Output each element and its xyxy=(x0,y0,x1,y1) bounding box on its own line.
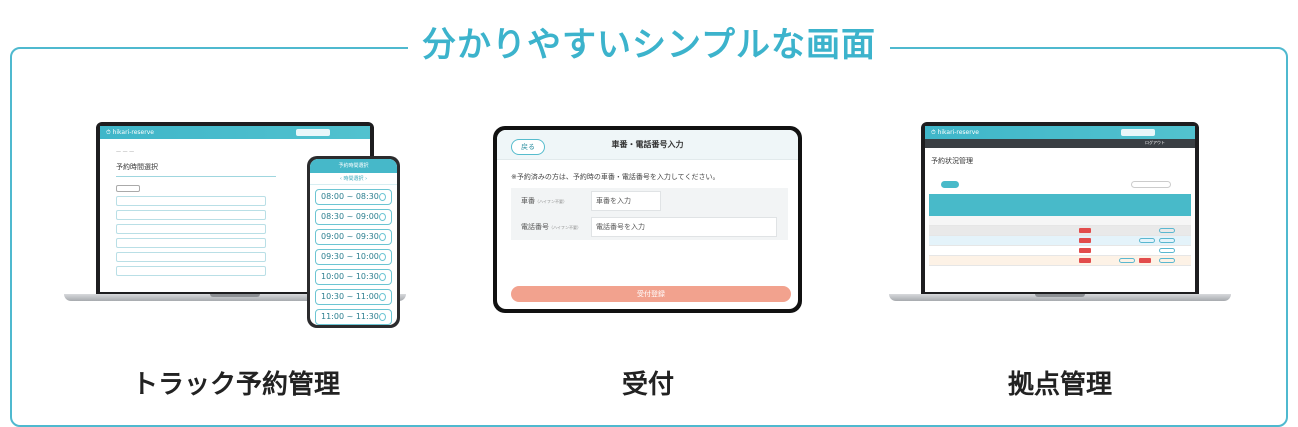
site-page-title: 予約状況管理 xyxy=(931,157,973,165)
slot-list xyxy=(116,196,266,276)
table-row[interactable] xyxy=(929,236,1191,246)
table-row[interactable] xyxy=(929,246,1191,256)
slot-select-icon xyxy=(379,253,386,261)
reception-screen: 戻る 車番・電話番号入力 ※予約済みの方は、予約時の車番・電話番号を入力してくだ… xyxy=(497,130,798,309)
date-chip[interactable] xyxy=(116,185,140,192)
reception-title: 車番・電話番号入力 xyxy=(611,140,684,149)
reception-header: 戻る 車番・電話番号入力 xyxy=(497,130,798,160)
slot-row[interactable] xyxy=(116,266,266,276)
feature-caption-reception: 受付 xyxy=(621,370,674,400)
phone-number-row: 電話番号（ハイフン不要） 電話番号を入力 xyxy=(511,214,788,240)
phone-screen: 予約時間選択 ‹ 時間選択 › 08:00 ~ 08:30 08:30 ~ 09:… xyxy=(310,159,397,325)
slot-row[interactable] xyxy=(116,238,266,248)
header-action-button[interactable] xyxy=(296,129,330,136)
truck-page-title: 予約時間選択 xyxy=(116,162,276,177)
site-app-logo: ⏱ hikari-reserve xyxy=(931,129,979,136)
slot-row[interactable] xyxy=(116,210,266,220)
phone-time-slot[interactable]: 09:30 ~ 10:00 xyxy=(315,249,392,265)
reception-note: ※予約済みの方は、予約時の車番・電話番号を入力してください。 xyxy=(511,173,720,181)
phone-date-nav[interactable]: ‹ 時間選択 › xyxy=(310,173,397,185)
table-row[interactable] xyxy=(929,226,1191,236)
phone-time-slot[interactable]: 08:30 ~ 09:00 xyxy=(315,209,392,225)
phone-number-label: 電話番号（ハイフン不要） xyxy=(521,223,581,231)
breadcrumb: — — — xyxy=(116,149,135,155)
slot-select-icon xyxy=(379,193,386,201)
site-laptop: ⏱ hikari-reserve ログアウト 予約状況管理 xyxy=(889,122,1231,312)
vehicle-number-input[interactable]: 車番を入力 xyxy=(591,191,661,211)
table-filter-header xyxy=(929,194,1191,216)
phone-time-slot[interactable]: 09:00 ~ 09:30 xyxy=(315,229,392,245)
slot-row[interactable] xyxy=(116,196,266,206)
vehicle-number-label: 車番（ハイフン不要） xyxy=(521,197,567,205)
phone-time-slot[interactable]: 08:00 ~ 08:30 xyxy=(315,189,392,205)
filter-toggle[interactable] xyxy=(941,181,959,188)
slot-select-icon xyxy=(379,213,386,221)
phone-header: 予約時間選択 xyxy=(310,159,397,173)
submit-button[interactable]: 受付登録 xyxy=(511,286,791,302)
site-laptop-screen: ⏱ hikari-reserve ログアウト 予約状況管理 xyxy=(925,126,1195,292)
site-nav-bar: ログアウト xyxy=(925,139,1195,148)
logout-link[interactable]: ログアウト xyxy=(1145,140,1165,146)
reception-tablet: 戻る 車番・電話番号入力 ※予約済みの方は、予約時の車番・電話番号を入力してくだ… xyxy=(493,126,802,313)
slot-select-icon xyxy=(379,293,386,301)
section-heading: 分かりやすいシンプルな画面 xyxy=(0,22,1298,68)
search-field[interactable] xyxy=(1131,181,1171,188)
slot-select-icon xyxy=(379,233,386,241)
header-action-button[interactable] xyxy=(1121,129,1155,136)
truck-app-logo: ⏱ hikari-reserve xyxy=(106,129,154,136)
slot-select-icon xyxy=(379,313,386,321)
slot-select-icon xyxy=(379,273,386,281)
vehicle-number-row: 車番（ハイフン不要） 車番を入力 xyxy=(511,188,788,214)
truck-app-header: ⏱ hikari-reserve xyxy=(100,126,370,139)
phone-title: 予約時間選択 xyxy=(338,163,369,169)
table-row[interactable] xyxy=(929,256,1191,266)
site-app-header: ⏱ hikari-reserve xyxy=(925,126,1195,139)
feature-caption-truck: トラック予約管理 xyxy=(131,370,340,400)
feature-caption-site: 拠点管理 xyxy=(1007,370,1112,400)
filter-bar xyxy=(929,178,1191,192)
phone-number-input[interactable]: 電話番号を入力 xyxy=(591,217,777,237)
phone-time-slot[interactable]: 10:00 ~ 10:30 xyxy=(315,269,392,285)
table-header-row xyxy=(929,216,1191,226)
slot-row[interactable] xyxy=(116,252,266,262)
truck-phone: 予約時間選択 ‹ 時間選択 › 08:00 ~ 08:30 08:30 ~ 09:… xyxy=(307,156,400,328)
slot-row[interactable] xyxy=(116,224,266,234)
section-title: 分かりやすいシンプルな画面 xyxy=(408,22,890,68)
phone-time-slot[interactable]: 10:30 ~ 11:00 xyxy=(315,289,392,305)
phone-time-slot[interactable]: 11:00 ~ 11:30 xyxy=(315,309,392,325)
